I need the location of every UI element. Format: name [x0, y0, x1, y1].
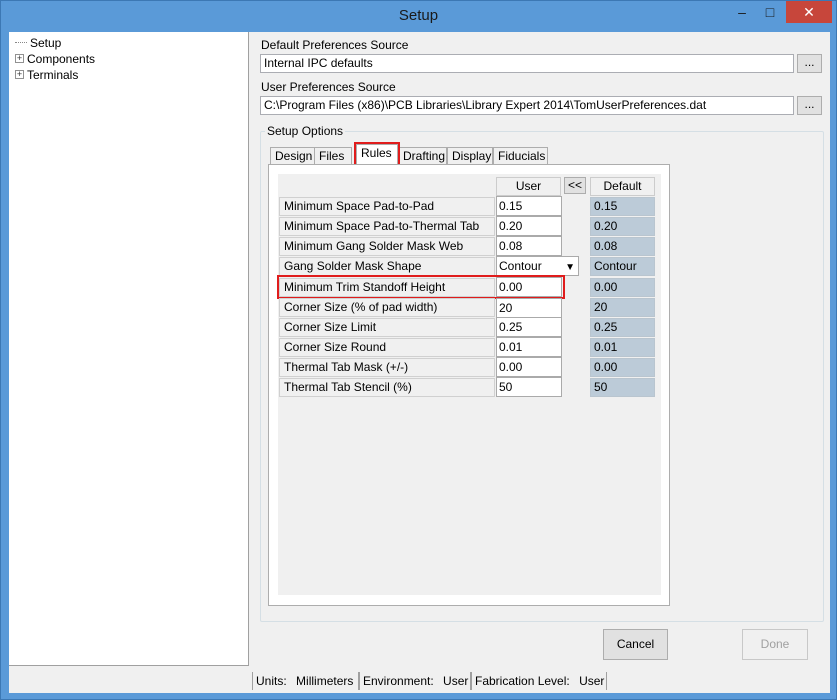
- default-prefs-label: Default Preferences Source: [261, 38, 409, 52]
- rule-user-input[interactable]: 0.00: [496, 357, 562, 377]
- rule-default-value: Contour: [590, 257, 655, 276]
- rule-label: Minimum Gang Solder Mask Web: [279, 237, 495, 256]
- chevron-down-icon[interactable]: ▼: [565, 259, 575, 277]
- units-value: Millimeters: [296, 674, 354, 688]
- setup-window: Setup – □ ✕ Setup + Components + Terminals…: [0, 0, 837, 700]
- rule-user-input[interactable]: 20: [496, 298, 562, 318]
- tab-fiducials[interactable]: Fiducials: [493, 147, 548, 165]
- user-prefs-browse-button[interactable]: ...: [797, 96, 822, 115]
- tree-item-terminals[interactable]: + Terminals: [15, 66, 78, 82]
- tree-item-label: Setup: [30, 35, 62, 50]
- dialog-client-area: Setup + Components + Terminals Default Pre…: [9, 32, 830, 693]
- rule-label: Thermal Tab Stencil (%): [279, 378, 495, 397]
- default-prefs-browse-button[interactable]: ...: [797, 54, 822, 73]
- user-column-header: User: [496, 177, 561, 196]
- close-icon[interactable]: ✕: [786, 1, 832, 23]
- rule-label: Gang Solder Mask Shape: [279, 257, 495, 276]
- setup-options-label: Setup Options: [265, 124, 346, 138]
- status-units: Units: Millimeters: [252, 672, 359, 690]
- environment-value: User: [443, 674, 469, 688]
- rule-label: Minimum Space Pad-to-Thermal Tab: [279, 217, 495, 236]
- mask-shape-select[interactable]: Contour ▼: [496, 256, 579, 276]
- default-prefs-field[interactable]: Internal IPC defaults: [260, 54, 794, 73]
- tab-display[interactable]: Display: [447, 147, 493, 165]
- status-fabrication-level: Fabrication Level: User: [471, 672, 607, 690]
- units-label: Units:: [256, 674, 287, 688]
- rule-default-value: 0.08: [590, 237, 655, 256]
- select-value: Contour: [499, 259, 542, 273]
- tab-files[interactable]: Files: [314, 147, 352, 165]
- copy-defaults-button[interactable]: <<: [564, 177, 586, 194]
- rule-label: Minimum Trim Standoff Height: [279, 278, 495, 297]
- title-bar[interactable]: Setup – □ ✕: [1, 1, 836, 31]
- tab-rules[interactable]: Rules: [356, 144, 398, 166]
- tree-connector: [15, 42, 27, 44]
- window-title: Setup: [398, 7, 439, 24]
- rule-default-value: 0.20: [590, 217, 655, 236]
- status-environment: Environment: User: [359, 672, 471, 690]
- tree-item-components[interactable]: + Components: [15, 50, 95, 66]
- environment-label: Environment:: [363, 674, 434, 688]
- tree-item-label: Terminals: [27, 67, 79, 82]
- rule-user-input[interactable]: 0.20: [496, 216, 562, 236]
- user-prefs-label: User Preferences Source: [261, 80, 396, 94]
- rule-default-value: 0.01: [590, 338, 655, 357]
- rule-label: Corner Size Round: [279, 338, 495, 357]
- rule-default-value: 50: [590, 378, 655, 397]
- rule-label: Corner Size Limit: [279, 318, 495, 337]
- tree-item-label: Components: [27, 51, 96, 66]
- fabrication-label: Fabrication Level:: [475, 674, 570, 688]
- cancel-button[interactable]: Cancel: [603, 629, 668, 660]
- default-column-header: Default: [590, 177, 655, 196]
- rule-default-value: 20: [590, 298, 655, 317]
- done-button[interactable]: Done: [742, 629, 808, 660]
- rule-default-value: 0.15: [590, 197, 655, 216]
- tab-design[interactable]: Design: [270, 147, 315, 165]
- fabrication-value: User: [579, 674, 605, 688]
- rule-user-input[interactable]: 0.25: [496, 317, 562, 337]
- rule-user-input[interactable]: 50: [496, 377, 562, 397]
- minimize-icon[interactable]: –: [729, 1, 755, 23]
- tree-item-setup[interactable]: Setup: [15, 34, 62, 50]
- rule-default-value: 0.25: [590, 318, 655, 337]
- rule-default-value: 0.00: [590, 278, 655, 297]
- rule-label: Thermal Tab Mask (+/-): [279, 358, 495, 377]
- rule-user-input[interactable]: 0.08: [496, 236, 562, 256]
- maximize-icon[interactable]: □: [757, 1, 783, 23]
- rule-user-input[interactable]: 0.15: [496, 196, 562, 216]
- navigation-tree[interactable]: Setup + Components + Terminals: [9, 32, 249, 666]
- expand-plus-icon[interactable]: +: [15, 54, 24, 64]
- user-prefs-field[interactable]: C:\Program Files (x86)\PCB Libraries\Lib…: [260, 96, 794, 115]
- rule-default-value: 0.00: [590, 358, 655, 377]
- rule-label: Minimum Space Pad-to-Pad: [279, 197, 495, 216]
- expand-plus-icon[interactable]: +: [15, 70, 24, 80]
- rule-label: Corner Size (% of pad width): [279, 298, 495, 317]
- status-bar: Units: Millimeters Environment: User Fab…: [9, 669, 830, 693]
- tab-drafting[interactable]: Drafting: [398, 147, 447, 165]
- rule-user-input[interactable]: 0.01: [496, 337, 562, 357]
- rule-user-input[interactable]: 0.00: [496, 277, 562, 297]
